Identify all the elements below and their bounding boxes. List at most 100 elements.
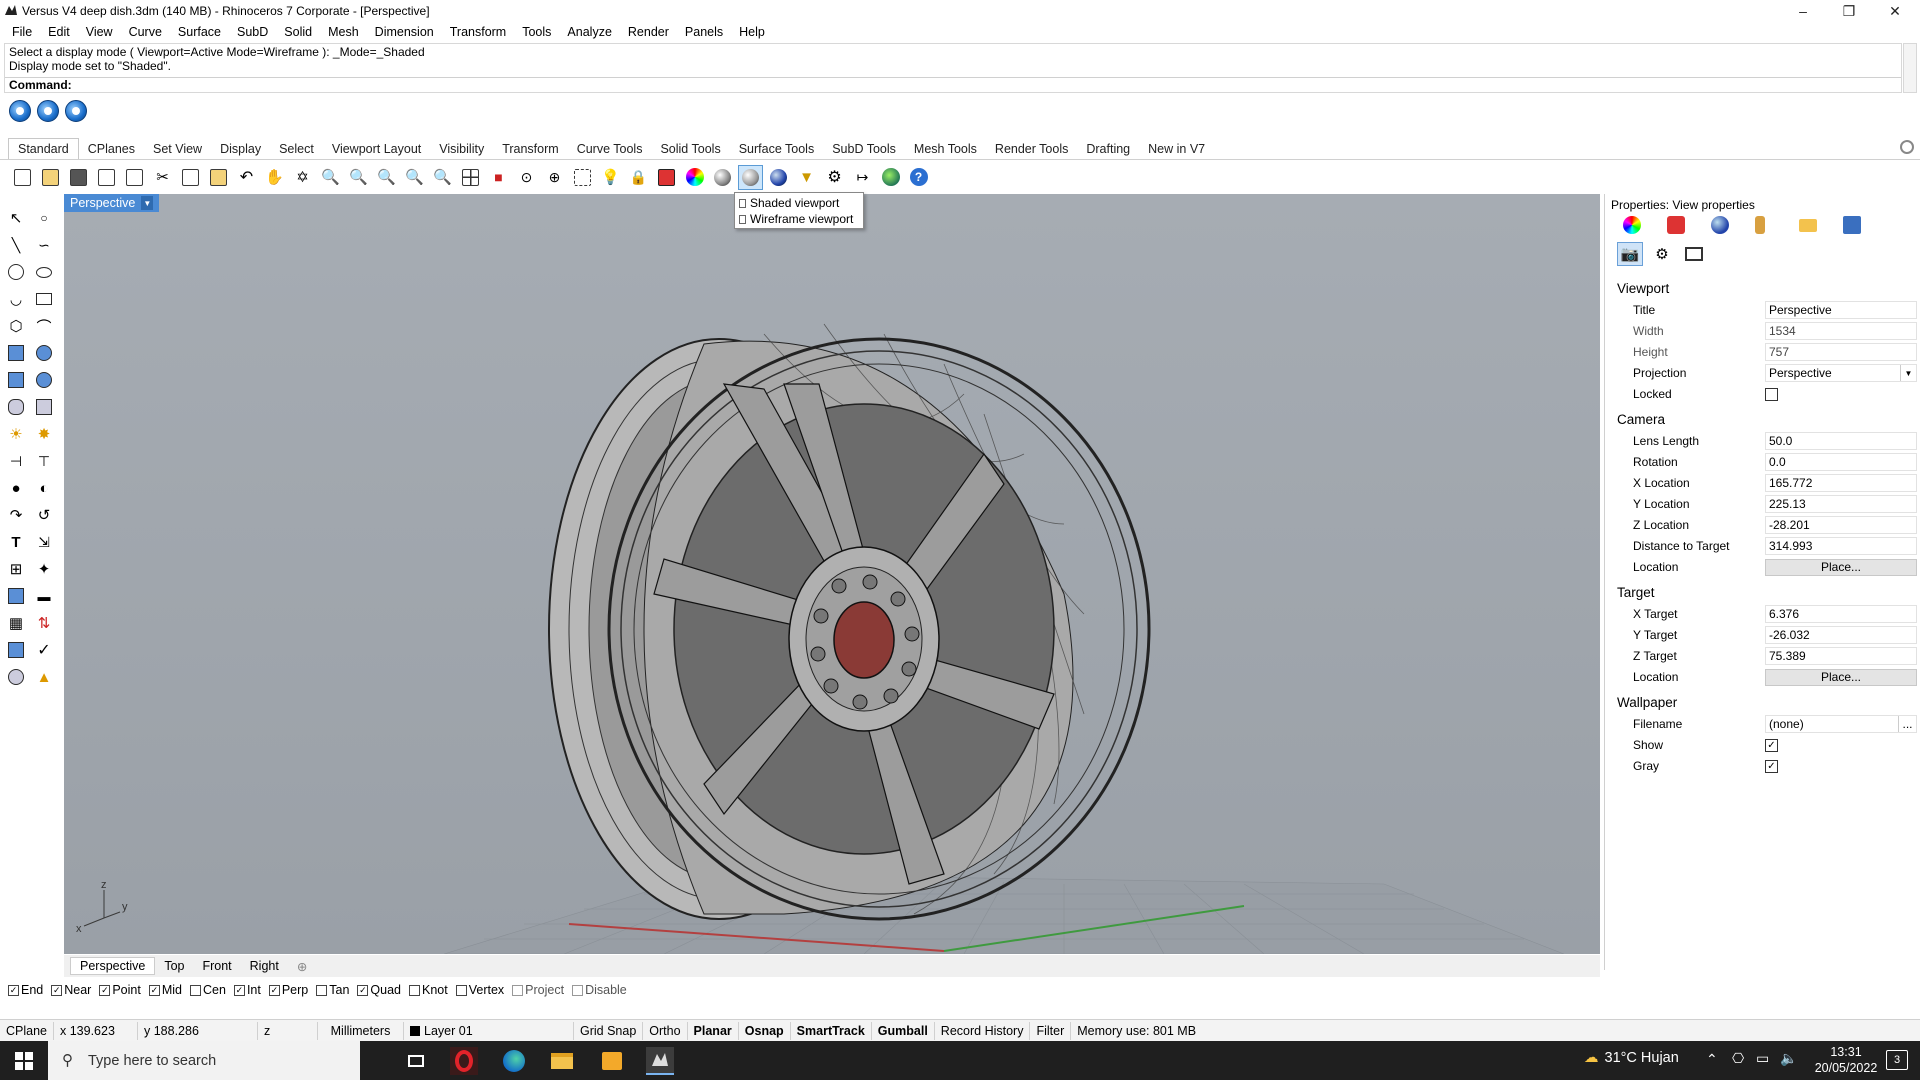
trim-icon[interactable]: ⊣ (4, 449, 28, 473)
osnap-vertex[interactable]: Vertex (455, 983, 504, 997)
new-file-icon[interactable] (10, 165, 35, 190)
analyze-icon[interactable] (4, 638, 28, 662)
ellipse-icon[interactable] (32, 260, 56, 284)
add-viewport-icon[interactable]: ⊕ (288, 959, 316, 974)
tab-viewport-layout[interactable]: Viewport Layout (323, 139, 430, 159)
title-field[interactable]: Perspective (1765, 301, 1917, 319)
gray-checkbox[interactable]: ✓ (1765, 759, 1778, 773)
gumball-toggle[interactable]: Gumball (872, 1021, 935, 1040)
curve-icon[interactable]: ∽ (32, 233, 56, 257)
explode-icon[interactable]: ✸ (32, 422, 56, 446)
tab-new-in-v7[interactable]: New in V7 (1139, 139, 1214, 159)
viewport-frame-icon[interactable] (1681, 242, 1707, 266)
tab-set-view[interactable]: Set View (144, 139, 211, 159)
point-icon[interactable]: ○ (32, 206, 56, 230)
color-wheel-icon[interactable] (682, 165, 707, 190)
z-location-field[interactable]: -28.201 (1765, 516, 1917, 534)
units-indicator[interactable]: Millimeters (318, 1021, 404, 1040)
menu-tools[interactable]: Tools (514, 25, 559, 39)
layer-indicator[interactable]: Layer 01 (404, 1021, 574, 1040)
menu-view[interactable]: View (78, 25, 121, 39)
rotate-view-icon[interactable]: ✡ (290, 165, 315, 190)
menu-curve[interactable]: Curve (121, 25, 170, 39)
distance-field[interactable]: 314.993 (1765, 537, 1917, 555)
split-icon[interactable]: ⊤ (32, 449, 56, 473)
tab-cplanes[interactable]: CPlanes (79, 139, 144, 159)
checkbox-icon[interactable] (409, 984, 420, 996)
tab-subd-tools[interactable]: SubD Tools (823, 139, 905, 159)
menu-analyze[interactable]: Analyze (559, 25, 619, 39)
options-gear-icon[interactable]: ⚙ (822, 165, 847, 190)
blend-icon[interactable]: ↺ (32, 503, 56, 527)
wireframe-viewport-option[interactable]: Wireframe viewport (739, 212, 853, 226)
menu-file[interactable]: File (4, 25, 40, 39)
y-location-field[interactable]: 225.13 (1765, 495, 1917, 513)
wheel-model[interactable]: z x y (64, 194, 1600, 954)
tab-curve-tools[interactable]: Curve Tools (568, 139, 652, 159)
boolean-union-icon[interactable]: ● (4, 476, 28, 500)
globe-icon[interactable] (878, 165, 903, 190)
checkbox-icon[interactable] (572, 984, 584, 996)
gumball-tool-icon[interactable]: ⇅ (32, 611, 56, 635)
arc-icon[interactable]: ◡ (4, 287, 28, 311)
tab-surface-tools[interactable]: Surface Tools (730, 139, 824, 159)
tab-drafting[interactable]: Drafting (1077, 139, 1139, 159)
store-icon[interactable] (598, 1047, 626, 1075)
lock-icon[interactable]: 🔒 (626, 165, 651, 190)
menu-transform[interactable]: Transform (442, 25, 515, 39)
notification-icon[interactable]: 3 (1886, 1050, 1908, 1070)
rendered-sphere-icon[interactable] (710, 165, 735, 190)
checkbox-icon[interactable]: ✓ (233, 984, 245, 996)
checkbox-icon[interactable]: ✓ (51, 984, 63, 996)
filter-icon[interactable]: ▼ (794, 165, 819, 190)
opera-icon[interactable] (450, 1047, 478, 1075)
paste-icon[interactable] (206, 165, 231, 190)
task-view-icon[interactable] (402, 1047, 430, 1075)
render-window-icon[interactable] (37, 100, 59, 122)
zoom-selected-icon[interactable]: 🔍 (402, 165, 427, 190)
select-all-icon[interactable] (570, 165, 595, 190)
import-icon[interactable] (122, 165, 147, 190)
tab-display[interactable]: Display (211, 139, 270, 159)
tab-visibility[interactable]: Visibility (430, 139, 493, 159)
checkbox-icon[interactable] (190, 984, 201, 996)
dimension-tool-icon[interactable]: ⇲ (32, 530, 56, 554)
volume-icon[interactable]: 🔈 (1780, 1050, 1797, 1067)
zoom-window-icon[interactable]: 🔍 (346, 165, 371, 190)
undo-icon[interactable]: ↶ (234, 165, 259, 190)
save-icon[interactable] (66, 165, 91, 190)
folder-tab-icon[interactable] (1799, 219, 1817, 232)
pen-tab-icon[interactable] (1755, 216, 1765, 234)
object-properties-icon[interactable] (1623, 216, 1641, 234)
filter-toggle[interactable]: Filter (1030, 1021, 1072, 1040)
points-icon[interactable]: ⊙ (514, 165, 539, 190)
zoom-dynamic-icon[interactable]: 🔍 (318, 165, 343, 190)
rotation-field[interactable]: 0.0 (1765, 453, 1917, 471)
osnap-project[interactable]: Project (512, 983, 564, 997)
cplane-icon[interactable]: ⊕ (542, 165, 567, 190)
grid-snap-toggle[interactable]: Grid Snap (574, 1021, 644, 1040)
osnap-tan[interactable]: Tan (316, 983, 349, 997)
solid-edit-icon[interactable] (4, 584, 28, 608)
tab-select[interactable]: Select (270, 139, 323, 159)
tab-mesh-tools[interactable]: Mesh Tools (905, 139, 986, 159)
mesh-icon[interactable] (32, 395, 56, 419)
check-icon[interactable]: ✓ (32, 638, 56, 662)
file-explorer-icon[interactable] (548, 1047, 576, 1075)
osnap-perp[interactable]: ✓ Perp (268, 983, 308, 997)
light-tool-icon[interactable]: ☀ (4, 422, 28, 446)
menu-render[interactable]: Render (620, 25, 677, 39)
loft-icon[interactable] (32, 341, 56, 365)
help-icon[interactable]: ? (906, 165, 931, 190)
select-arrow-icon[interactable]: ↖ (4, 206, 28, 230)
weather-widget[interactable]: ☁ 31°C Hujan (1584, 1050, 1679, 1066)
checkbox-icon[interactable] (455, 984, 467, 996)
osnap-point[interactable]: ✓ Point (99, 983, 141, 997)
fillet-icon[interactable]: ⌒ (32, 314, 56, 338)
show-checkbox[interactable]: ✓ (1765, 738, 1778, 752)
rectangle-icon[interactable] (32, 287, 56, 311)
cplane-indicator[interactable]: CPlane (0, 1021, 54, 1040)
cut-icon[interactable]: ✂ (150, 165, 175, 190)
cylinder-icon[interactable] (4, 395, 28, 419)
menu-help[interactable]: Help (731, 25, 773, 39)
